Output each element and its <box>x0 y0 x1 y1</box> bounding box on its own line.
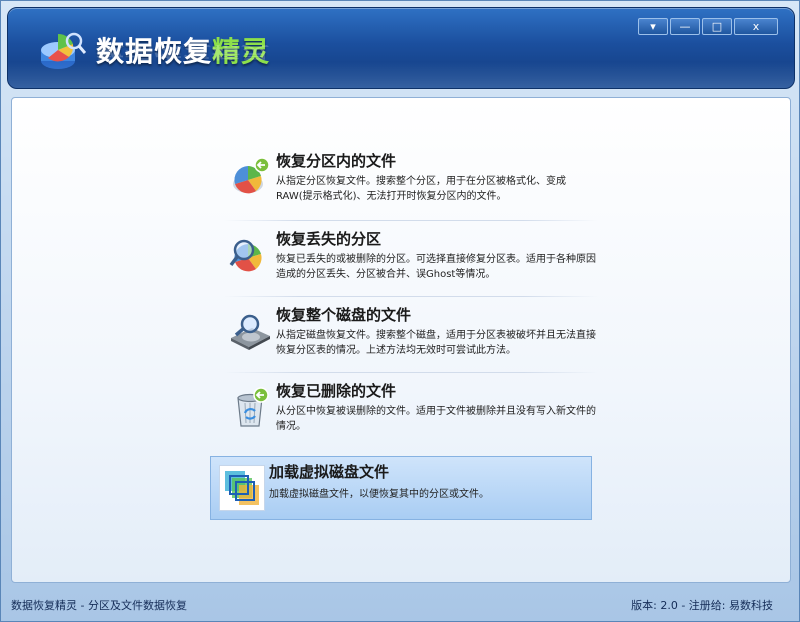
partition-pie-icon <box>233 157 270 194</box>
virtual-disk-icon <box>225 471 259 505</box>
disk-search-icon <box>231 314 270 350</box>
partition-search-icon <box>229 239 262 272</box>
divider <box>224 372 598 373</box>
option-recover-deleted-files[interactable]: 恢复已删除的文件 从分区中恢复被误删除的文件。适用于文件被删除并且没有写入新文件… <box>220 380 600 442</box>
title-header: 数据恢复精灵 数据恢复精灵 ▾ — □ x <box>7 7 795 89</box>
app-logo-icon <box>41 32 86 69</box>
option-description: 从指定分区恢复文件。搜索整个分区，用于在分区被格式化、变成RAW(提示格式化)、… <box>276 176 566 202</box>
status-version: 版本: 2.0 - 注册给: 易数科技 <box>631 599 773 612</box>
option-title: 恢复分区内的文件 <box>276 152 397 170</box>
main-panel: 恢复分区内的文件 从指定分区恢复文件。搜索整个分区，用于在分区被格式化、变成RA… <box>11 97 791 583</box>
option-title: 恢复丢失的分区 <box>276 230 382 248</box>
window-controls: ▾ — □ x <box>638 18 778 35</box>
thumbnail <box>219 465 265 511</box>
option-description: 从指定磁盘恢复文件。搜索整个磁盘，适用于分区表被破坏并且无法直接恢复分区表的情况… <box>276 330 596 356</box>
minimize-button[interactable]: — <box>670 18 700 35</box>
recycle-bin-icon <box>237 387 269 427</box>
divider <box>224 296 598 297</box>
app-window: 数据恢复精灵 数据恢复精灵 ▾ — □ x 恢复分区内的文件 从指定分区恢复文件… <box>0 0 800 622</box>
app-title-reflection: 数据恢复精灵 <box>96 43 271 62</box>
option-title: 恢复已删除的文件 <box>276 382 397 400</box>
maximize-button[interactable]: □ <box>702 18 732 35</box>
option-recover-partition-files[interactable]: 恢复分区内的文件 从指定分区恢复文件。搜索整个分区，用于在分区被格式化、变成RA… <box>220 150 600 212</box>
option-recover-lost-partition[interactable]: 恢复丢失的分区 恢复已丢失的或被删除的分区。可选择直接修复分区表。适用于各种原因… <box>220 228 600 290</box>
option-description: 加载虚拟磁盘文件，以便恢复其中的分区或文件。 <box>269 489 489 500</box>
option-load-virtual-disk[interactable]: 加载虚拟磁盘文件 加载虚拟磁盘文件，以便恢复其中的分区或文件。 <box>210 456 592 520</box>
divider <box>224 220 598 221</box>
option-title: 加载虚拟磁盘文件 <box>269 463 390 481</box>
option-description: 从分区中恢复被误删除的文件。适用于文件被删除并且没有写入新文件的情况。 <box>276 406 596 432</box>
option-title: 恢复整个磁盘的文件 <box>276 306 412 324</box>
option-description: 恢复已丢失的或被删除的分区。可选择直接修复分区表。适用于各种原因造成的分区丢失、… <box>276 254 596 280</box>
status-bar: 数据恢复精灵 - 分区及文件数据恢复 版本: 2.0 - 注册给: 易数科技 <box>1 589 800 622</box>
menu-button[interactable]: ▾ <box>638 18 668 35</box>
status-app-name: 数据恢复精灵 - 分区及文件数据恢复 <box>11 599 187 612</box>
option-recover-disk-files[interactable]: 恢复整个磁盘的文件 从指定磁盘恢复文件。搜索整个磁盘，适用于分区表被破坏并且无法… <box>220 304 600 366</box>
close-button[interactable]: x <box>734 18 778 35</box>
